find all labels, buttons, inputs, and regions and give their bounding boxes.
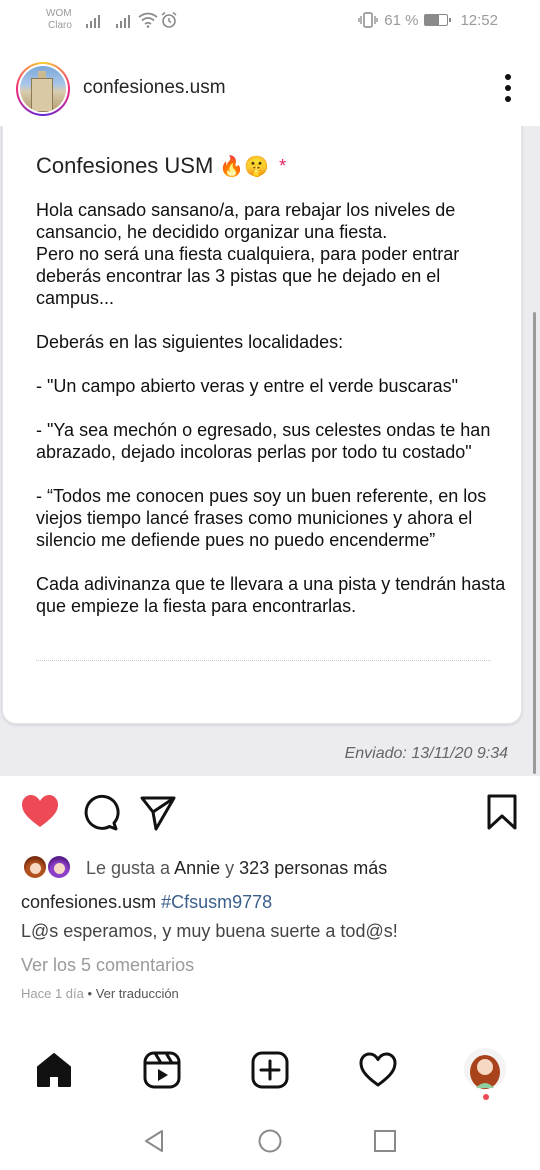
carrier-wom: WOM [46, 8, 72, 19]
avatar-photo [20, 66, 66, 112]
carrier-claro: Claro [48, 20, 72, 31]
caption-username[interactable]: confesiones.usm [21, 892, 156, 912]
meta-separator: • [87, 986, 93, 1001]
signal-1-icon [86, 12, 100, 28]
likes-connector: y [225, 857, 235, 878]
confession-text: Hola cansado sansano/a, para rebajar los… [36, 200, 506, 616]
view-comments-link[interactable]: Ver los 5 comentarios [21, 955, 194, 976]
liker-avatar-2 [46, 854, 72, 880]
card-title: Confesiones USM 🔥🤫 * [36, 153, 286, 179]
likes-summary: Le gusta a Annie y 323 personas más [86, 858, 387, 879]
post-image[interactable]: Confesiones USM 🔥🤫 * Hola cansado sansan… [0, 126, 540, 776]
required-asterisk: * [279, 155, 287, 176]
fire-shush-emoji: 🔥🤫 [219, 155, 270, 178]
back-triangle-icon[interactable] [142, 1128, 168, 1154]
profile-avatar[interactable] [464, 1048, 506, 1090]
caption-text: L@s esperamos, y muy buena suerte a tod@… [21, 921, 398, 941]
notification-dot [483, 1094, 489, 1100]
battery-fill [425, 15, 439, 25]
status-right: 61 % 12:52 [358, 11, 498, 29]
share-paper-plane-icon[interactable] [138, 792, 178, 832]
activity-heart-icon[interactable] [358, 1050, 398, 1090]
likes-prefix: Le gusta a [86, 857, 171, 878]
liker-avatar-1 [22, 854, 48, 880]
confession-card: Confesiones USM 🔥🤫 * Hola cansado sansan… [2, 126, 522, 724]
caption-hashtag[interactable]: #Cfsusm9778 [161, 892, 272, 912]
more-options-icon[interactable] [504, 74, 512, 102]
post-actions [0, 786, 540, 836]
account-avatar[interactable] [16, 62, 70, 116]
like-heart-icon[interactable] [20, 792, 60, 832]
battery-percent: 61 % [384, 11, 419, 29]
sent-timestamp: Enviado: 13/11/20 9:34 [344, 745, 508, 762]
clock: 12:52 [460, 11, 498, 29]
alarm-icon [161, 11, 177, 28]
post-header: confesiones.usm [0, 54, 540, 124]
likes-row[interactable]: Le gusta a Annie y 323 personas más [22, 854, 387, 882]
status-bar: WOM Claro 61 % 12:52 [0, 0, 540, 44]
post-username[interactable]: confesiones.usm [83, 77, 226, 99]
carrier-info: WOM Claro [46, 8, 72, 32]
comment-icon[interactable] [80, 792, 120, 832]
battery-icon [424, 14, 452, 26]
home-circle-icon[interactable] [257, 1128, 283, 1154]
reels-icon[interactable] [142, 1050, 182, 1090]
card-title-text: Confesiones USM [36, 153, 214, 178]
add-post-icon[interactable] [250, 1050, 290, 1090]
translate-link[interactable]: Ver traducción [96, 986, 179, 1001]
bottom-nav [0, 1040, 540, 1110]
vibrate-icon [358, 12, 378, 28]
post-meta: Hace 1 día • Ver traducción [21, 986, 179, 1001]
system-nav [0, 1112, 540, 1170]
save-bookmark-icon[interactable] [482, 792, 522, 832]
time-ago: Hace 1 día [21, 986, 84, 1001]
scrollbar [533, 312, 536, 774]
dotted-divider [36, 660, 491, 661]
liker-avatars [22, 854, 78, 882]
home-icon[interactable] [34, 1050, 74, 1090]
caption: confesiones.usm #Cfsusm9778 [21, 892, 272, 913]
recents-square-icon[interactable] [372, 1128, 398, 1154]
likes-others[interactable]: 323 personas más [239, 858, 387, 878]
signal-2-icon [116, 12, 130, 28]
likes-first-user[interactable]: Annie [174, 858, 220, 878]
wifi-icon [138, 12, 158, 28]
